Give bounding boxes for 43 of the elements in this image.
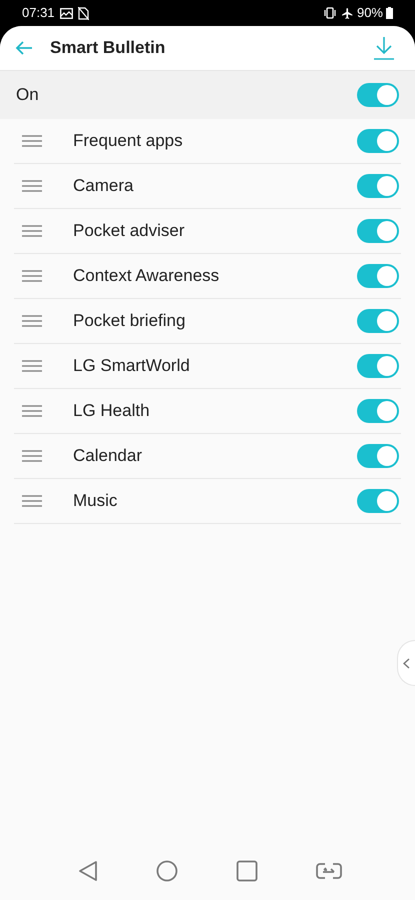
switch-apps-icon[interactable] <box>316 861 342 881</box>
toggle-switch[interactable] <box>357 489 399 513</box>
drag-handle-icon[interactable] <box>22 315 42 327</box>
toggle-switch[interactable] <box>357 444 399 468</box>
no-sim-icon <box>78 6 89 20</box>
item-label: LG SmartWorld <box>73 355 191 378</box>
drag-handle-icon[interactable] <box>22 360 42 372</box>
master-label: On <box>16 84 40 106</box>
drag-handle-icon[interactable] <box>22 450 42 462</box>
item-label: Camera <box>73 175 134 198</box>
battery-percent: 90% <box>356 4 383 22</box>
item-label: Music <box>73 490 118 512</box>
drag-handle-icon[interactable] <box>22 495 42 507</box>
vibrate-icon <box>322 7 337 19</box>
toggle-switch[interactable] <box>357 174 399 198</box>
toggle-switch[interactable] <box>357 264 399 288</box>
drag-handle-icon[interactable] <box>22 225 42 237</box>
drag-handle-icon[interactable] <box>22 405 42 417</box>
toggle-switch[interactable] <box>357 83 399 107</box>
battery-icon <box>386 7 393 19</box>
toggle-switch[interactable] <box>357 129 399 153</box>
drag-handle-icon[interactable] <box>22 270 42 282</box>
recents-icon[interactable] <box>236 860 258 882</box>
back-icon[interactable] <box>78 860 98 882</box>
item-label: Pocket adviser <box>73 220 186 242</box>
toggle-switch[interactable] <box>357 309 399 333</box>
item-label: LG Health <box>73 400 151 422</box>
item-label: Frequent apps <box>73 130 184 152</box>
side-panel-handle[interactable] <box>397 640 415 686</box>
download-button[interactable] <box>373 36 395 60</box>
home-icon[interactable] <box>156 860 178 882</box>
toggle-switch[interactable] <box>357 399 399 423</box>
item-label: Context Awareness <box>73 265 220 288</box>
toggle-switch[interactable] <box>357 219 399 243</box>
toggle-switch[interactable] <box>357 354 399 378</box>
page-title: Smart Bulletin <box>50 37 166 60</box>
airplane-icon <box>340 6 354 20</box>
item-label: Pocket briefing <box>73 310 186 332</box>
item-label: Calendar <box>73 445 143 468</box>
drag-handle-icon[interactable] <box>22 135 42 147</box>
drag-handle-icon[interactable] <box>22 180 42 192</box>
status-time: 07:31 <box>22 4 55 22</box>
image-icon <box>60 8 73 18</box>
